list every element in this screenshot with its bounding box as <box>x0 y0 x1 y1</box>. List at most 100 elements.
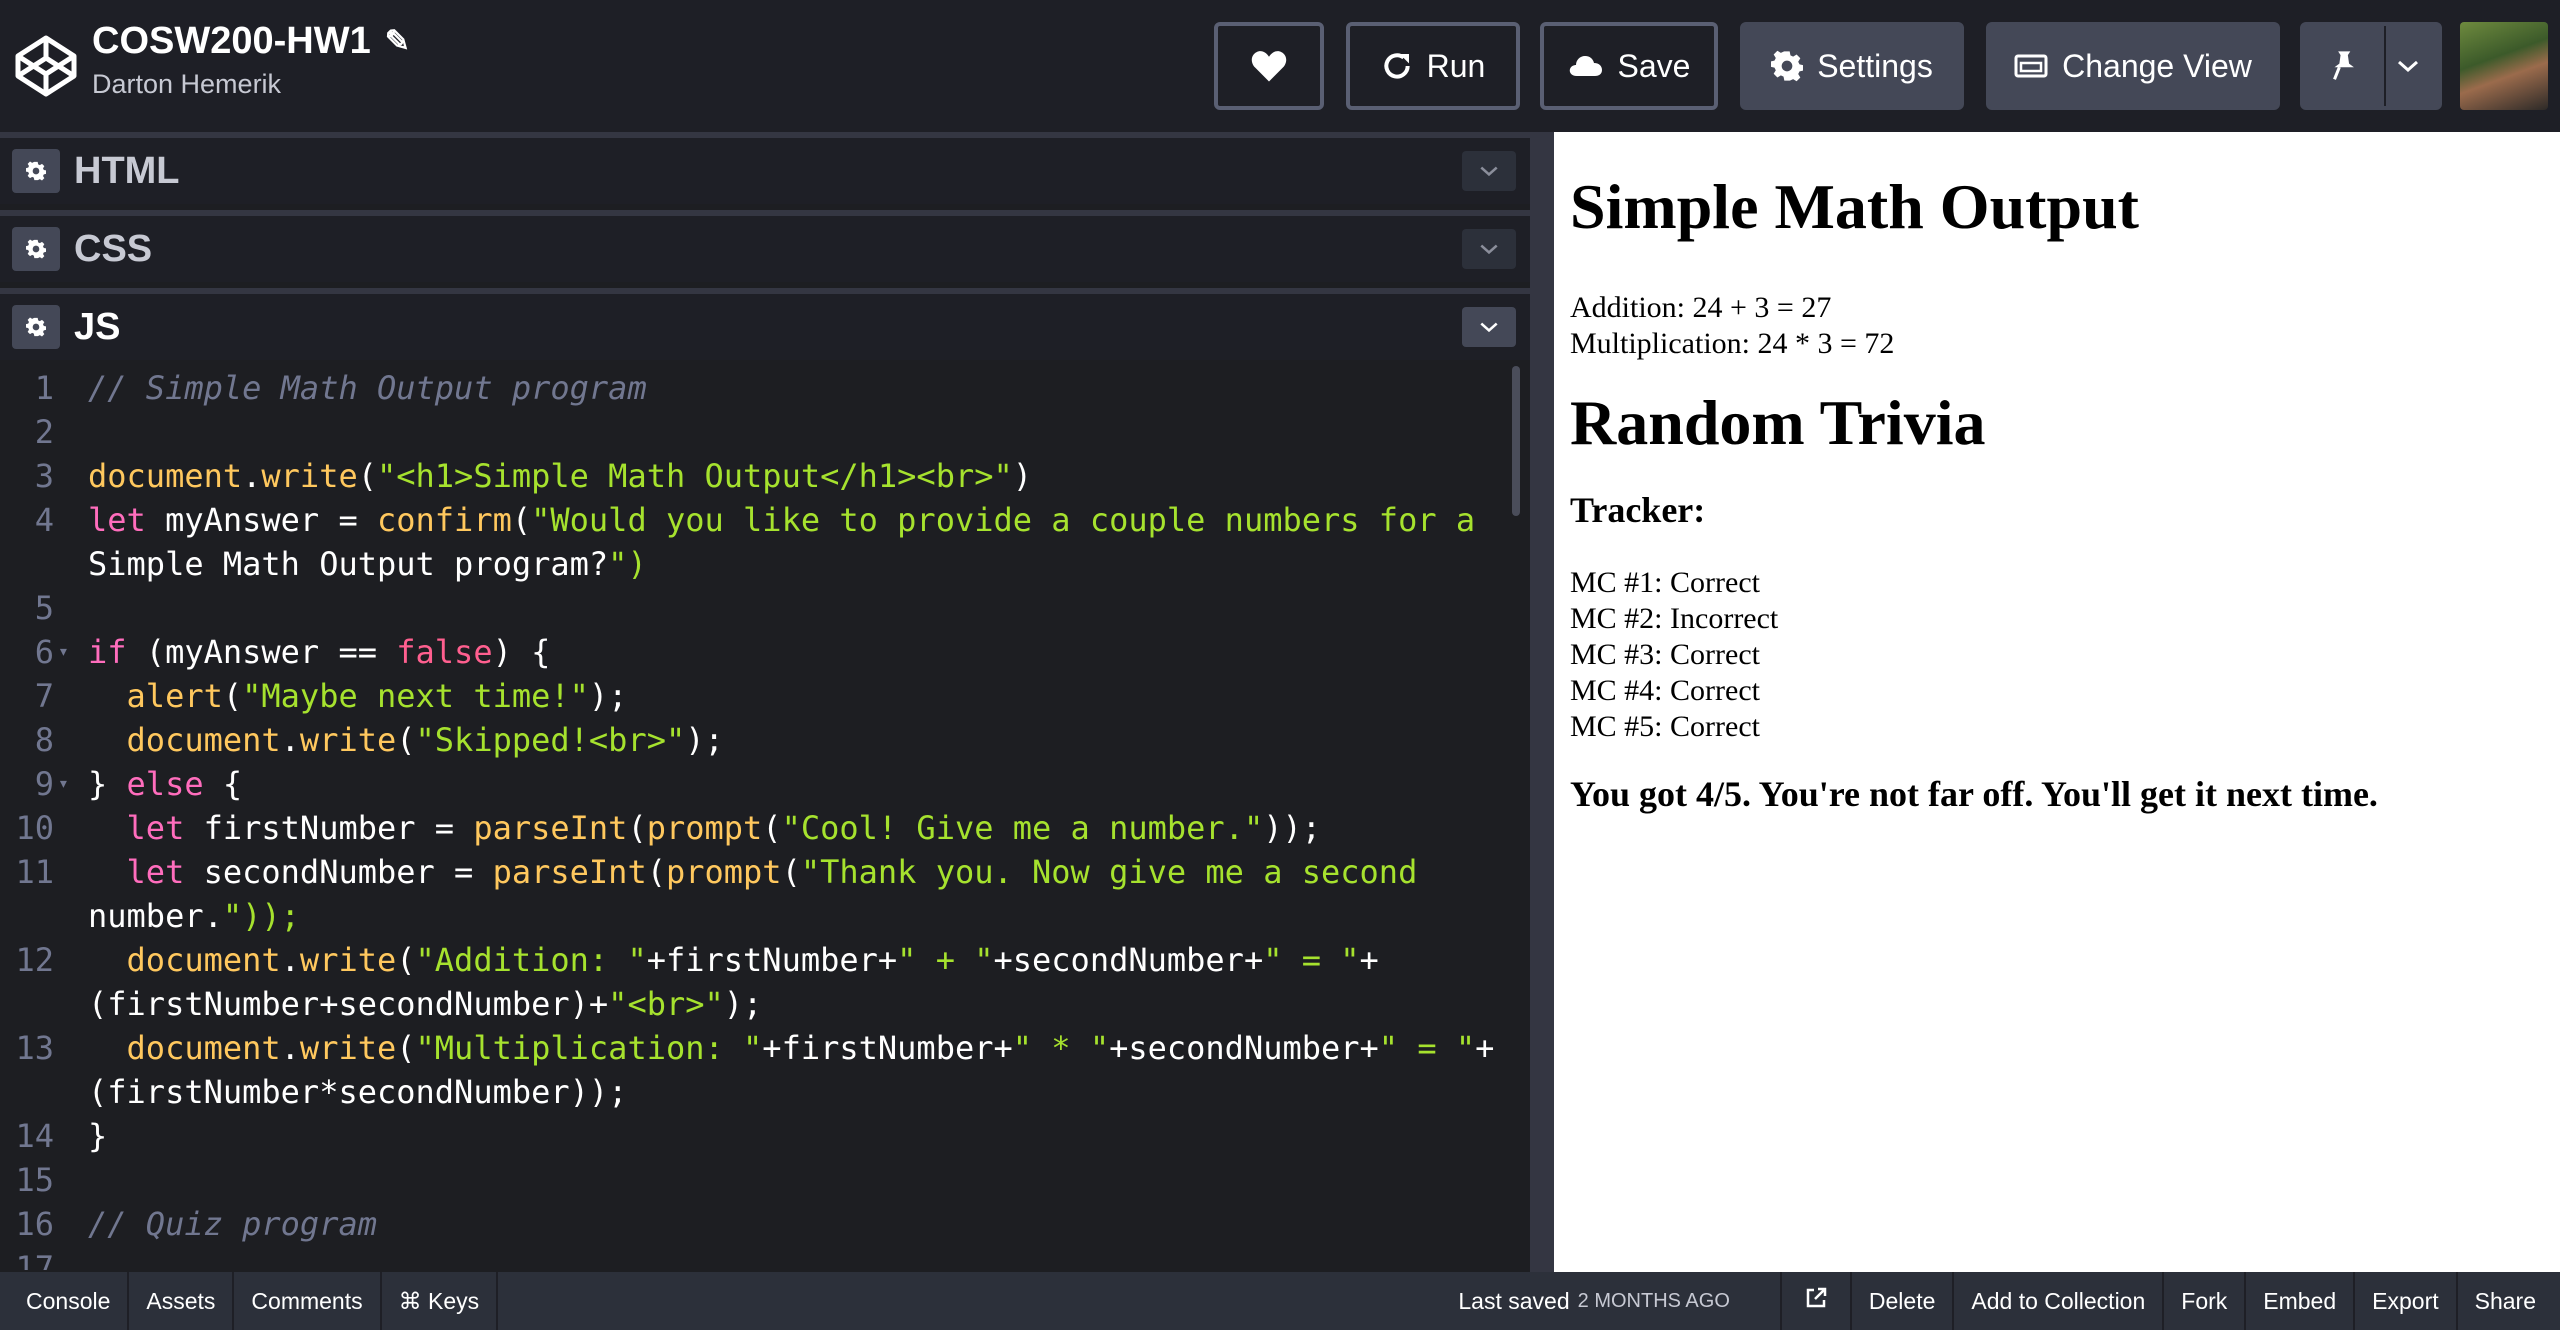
line-number: 17 <box>15 1249 54 1270</box>
code-text: let firstNumber = parseInt(prompt("Cool!… <box>126 809 1321 847</box>
code-line[interactable]: 3 document.write("<h1>Simple Math Output<… <box>0 454 1510 498</box>
code-line[interactable]: number.")); <box>0 894 1510 938</box>
code-text: document.write("Multiplication: "+firstN… <box>126 1029 1495 1067</box>
code-line[interactable]: Simple Math Output program?") <box>0 542 1510 586</box>
fold-arrow-icon[interactable]: ▾ <box>58 762 69 806</box>
heart-icon <box>1250 49 1288 83</box>
gear-icon[interactable] <box>12 227 60 271</box>
footer-bar: Console Assets Comments ⌘ Keys Last save… <box>0 1272 2560 1330</box>
share-button[interactable]: Share <box>2455 1272 2560 1330</box>
code-line[interactable]: 6 ▾ if (myAnswer == false) { <box>0 630 1510 674</box>
code-line[interactable]: 9 ▾} else { <box>0 762 1510 806</box>
preview-tracker: Tracker: <box>1570 489 1706 530</box>
gear-icon <box>1771 50 1804 82</box>
code-text: Simple Math Output program?") <box>88 545 647 583</box>
codepen-logo-icon[interactable] <box>14 34 78 98</box>
js-pane-label: JS <box>74 305 121 348</box>
code-line[interactable]: 14} <box>0 1114 1510 1158</box>
change-view-button[interactable]: Change View <box>1986 22 2280 110</box>
line-number: 15 <box>15 1161 54 1199</box>
editor-scrollbar-thumb[interactable] <box>1512 366 1520 516</box>
code-line[interactable]: 4 let myAnswer = confirm("Would you like … <box>0 498 1510 542</box>
console-button[interactable]: Console <box>0 1272 130 1330</box>
pen-title[interactable]: COSW200-HW1 <box>92 20 371 63</box>
line-number: 2 <box>34 413 54 451</box>
code-text: (firstNumber*secondNumber)); <box>88 1073 628 1111</box>
code-line[interactable]: (firstNumber*secondNumber)); <box>0 1070 1510 1114</box>
html-pane-header[interactable]: HTML <box>0 132 1530 204</box>
save-button[interactable]: Save <box>1540 22 1718 110</box>
code-text: let myAnswer = confirm("Would you like t… <box>88 501 1476 539</box>
chevron-down-icon[interactable] <box>1462 229 1516 269</box>
code-line[interactable]: 1 // Simple Math Output program <box>0 366 1510 410</box>
preview-multiplication: Multiplication: 24 * 3 = 72 <box>1570 327 1895 361</box>
resize-divider[interactable] <box>1530 132 1554 1272</box>
line-number: 16 <box>15 1205 54 1243</box>
js-code-editor[interactable]: 1 // Simple Math Output program 2 3 document… <box>0 362 1510 1270</box>
code-text: document.write("Skipped!<br>"); <box>126 721 724 759</box>
run-button[interactable]: Run <box>1346 22 1520 110</box>
open-in-new-window-button[interactable] <box>1779 1272 1850 1330</box>
code-text: number.")); <box>88 897 300 935</box>
code-line[interactable]: 10 let firstNumber = parseInt(prompt("Co… <box>0 806 1510 850</box>
line-number: 3 <box>34 457 54 495</box>
run-label: Run <box>1426 47 1486 84</box>
css-pane-header[interactable]: CSS <box>0 210 1530 282</box>
code-line[interactable]: 13 document.write("Multiplication: "+fir… <box>0 1026 1510 1070</box>
preview-result-4: MC #4: Correct <box>1570 673 1760 707</box>
fold-arrow-icon[interactable]: ▾ <box>58 630 69 674</box>
code-line[interactable]: 17 <box>0 1246 1510 1270</box>
chevron-down-icon[interactable] <box>2384 26 2430 106</box>
code-text: document.write("Addition: "+firstNumber+… <box>126 941 1379 979</box>
pen-title-block: COSW200-HW1 ✎ Darton Hemerik <box>92 20 410 100</box>
line-number: 7 <box>34 677 54 715</box>
preview-result-5: MC #5: Correct <box>1570 709 1760 743</box>
cloud-icon <box>1568 53 1604 79</box>
preview-heading-math: Simple Math Output <box>1570 171 2139 242</box>
code-line[interactable]: (firstNumber+secondNumber)+"<br>"); <box>0 982 1510 1026</box>
code-line[interactable]: 16 // Quiz program <box>0 1202 1510 1246</box>
export-button[interactable]: Export <box>2353 1272 2455 1330</box>
chevron-down-icon[interactable] <box>1462 307 1516 347</box>
code-line[interactable]: 7 alert("Maybe next time!"); <box>0 674 1510 718</box>
code-line[interactable]: 12 document.write("Addition: "+firstNumb… <box>0 938 1510 982</box>
gear-icon[interactable] <box>12 305 60 349</box>
delete-button[interactable]: Delete <box>1849 1272 1952 1330</box>
settings-button[interactable]: Settings <box>1740 22 1964 110</box>
embed-button[interactable]: Embed <box>2244 1272 2353 1330</box>
code-line[interactable]: 2 <box>0 410 1510 454</box>
preview-result-1: MC #1: Correct <box>1570 565 1760 599</box>
line-number: 12 <box>15 941 54 979</box>
gear-icon[interactable] <box>12 149 60 193</box>
pen-author[interactable]: Darton Hemerik <box>92 69 410 100</box>
code-text: // Quiz program <box>88 1205 377 1243</box>
line-number: 14 <box>15 1117 54 1155</box>
love-button[interactable] <box>1214 22 1324 110</box>
last-saved-label: Last saved <box>1458 1287 1570 1314</box>
code-text: } else { <box>88 765 243 803</box>
pin-button[interactable] <box>2300 22 2442 110</box>
comments-button[interactable]: Comments <box>234 1272 382 1330</box>
code-line[interactable]: 8 document.write("Skipped!<br>"); <box>0 718 1510 762</box>
code-line[interactable]: 15 <box>0 1158 1510 1202</box>
result-preview: Simple Math Output Addition: 24 + 3 = 27… <box>1554 132 2560 1272</box>
code-text: let secondNumber = parseInt(prompt("Than… <box>126 853 1418 891</box>
code-line[interactable]: 5 <box>0 586 1510 630</box>
last-saved-status: Last saved 2 months ago <box>1458 1272 1780 1330</box>
header: COSW200-HW1 ✎ Darton Hemerik Run Save Se… <box>0 0 2560 132</box>
external-link-icon <box>1804 1286 1828 1316</box>
line-number: 11 <box>15 853 54 891</box>
preview-result-2: MC #2: Incorrect <box>1570 601 1779 635</box>
pencil-icon[interactable]: ✎ <box>385 24 410 59</box>
js-pane-header[interactable]: JS <box>0 288 1530 360</box>
preview-score: You got 4/5. You're not far off. You'll … <box>1570 773 2378 814</box>
code-line[interactable]: 11 let secondNumber = parseInt(prompt("T… <box>0 850 1510 894</box>
assets-button[interactable]: Assets <box>129 1272 235 1330</box>
chevron-down-icon[interactable] <box>1462 151 1516 191</box>
keys-button[interactable]: ⌘ Keys <box>382 1272 499 1330</box>
add-to-collection-button[interactable]: Add to Collection <box>1952 1272 2162 1330</box>
fork-button[interactable]: Fork <box>2162 1272 2244 1330</box>
code-text: (firstNumber+secondNumber)+"<br>"); <box>88 985 763 1023</box>
avatar[interactable] <box>2460 22 2548 110</box>
line-number: 4 <box>34 501 54 539</box>
